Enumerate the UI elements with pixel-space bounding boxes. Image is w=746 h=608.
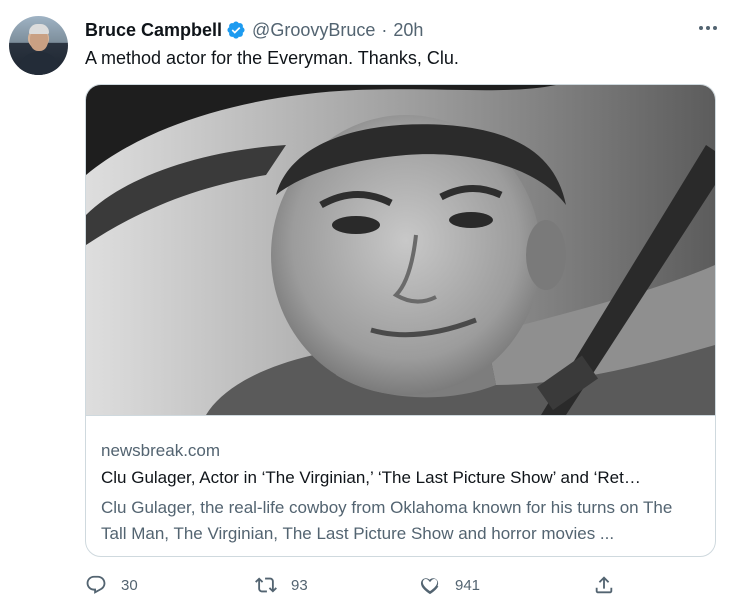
reply-count: 30 (121, 576, 138, 594)
like-button[interactable]: 941 (419, 570, 480, 600)
portrait-photo-icon (86, 85, 715, 415)
retweet-icon (255, 577, 277, 593)
card-domain: newsbreak.com (101, 441, 221, 460)
reply-button[interactable]: 30 (85, 570, 138, 600)
link-card[interactable]: newsbreak.com Clu Gulager, Actor in ‘The… (85, 84, 716, 557)
author-handle[interactable]: @GroovyBruce (252, 20, 375, 41)
tweet-text: A method actor for the Everyman. Thanks,… (85, 48, 459, 68)
tweet[interactable]: Bruce Campbell @GroovyBruce · 20h A meth… (0, 0, 746, 608)
author-name[interactable]: Bruce Campbell (85, 20, 222, 41)
retweet-count: 93 (291, 576, 308, 594)
card-info[interactable]: newsbreak.com Clu Gulager, Actor in ‘The… (86, 415, 715, 556)
retweet-button[interactable]: 93 (255, 570, 308, 600)
tweet-header: Bruce Campbell @GroovyBruce · 20h (85, 18, 423, 42)
reply-icon (86, 575, 106, 594)
card-image[interactable] (86, 85, 715, 415)
avatar-hair-shape (29, 24, 49, 34)
separator-dot: · (381, 19, 388, 40)
more-options-icon[interactable] (696, 20, 720, 36)
avatar-body-shape (19, 52, 59, 75)
card-title: Clu Gulager, Actor in ‘The Virginian,’ ‘… (101, 468, 641, 487)
like-count: 941 (455, 576, 481, 594)
verified-badge-icon (227, 21, 245, 39)
tweet-actions: 30 93 941 (85, 570, 625, 600)
card-description: Clu Gulager, the real-life cowboy from O… (101, 498, 673, 543)
share-button[interactable] (593, 570, 615, 600)
timestamp[interactable]: 20h (393, 20, 423, 41)
share-icon (595, 576, 613, 594)
heart-icon (420, 578, 439, 595)
avatar[interactable] (9, 16, 68, 75)
